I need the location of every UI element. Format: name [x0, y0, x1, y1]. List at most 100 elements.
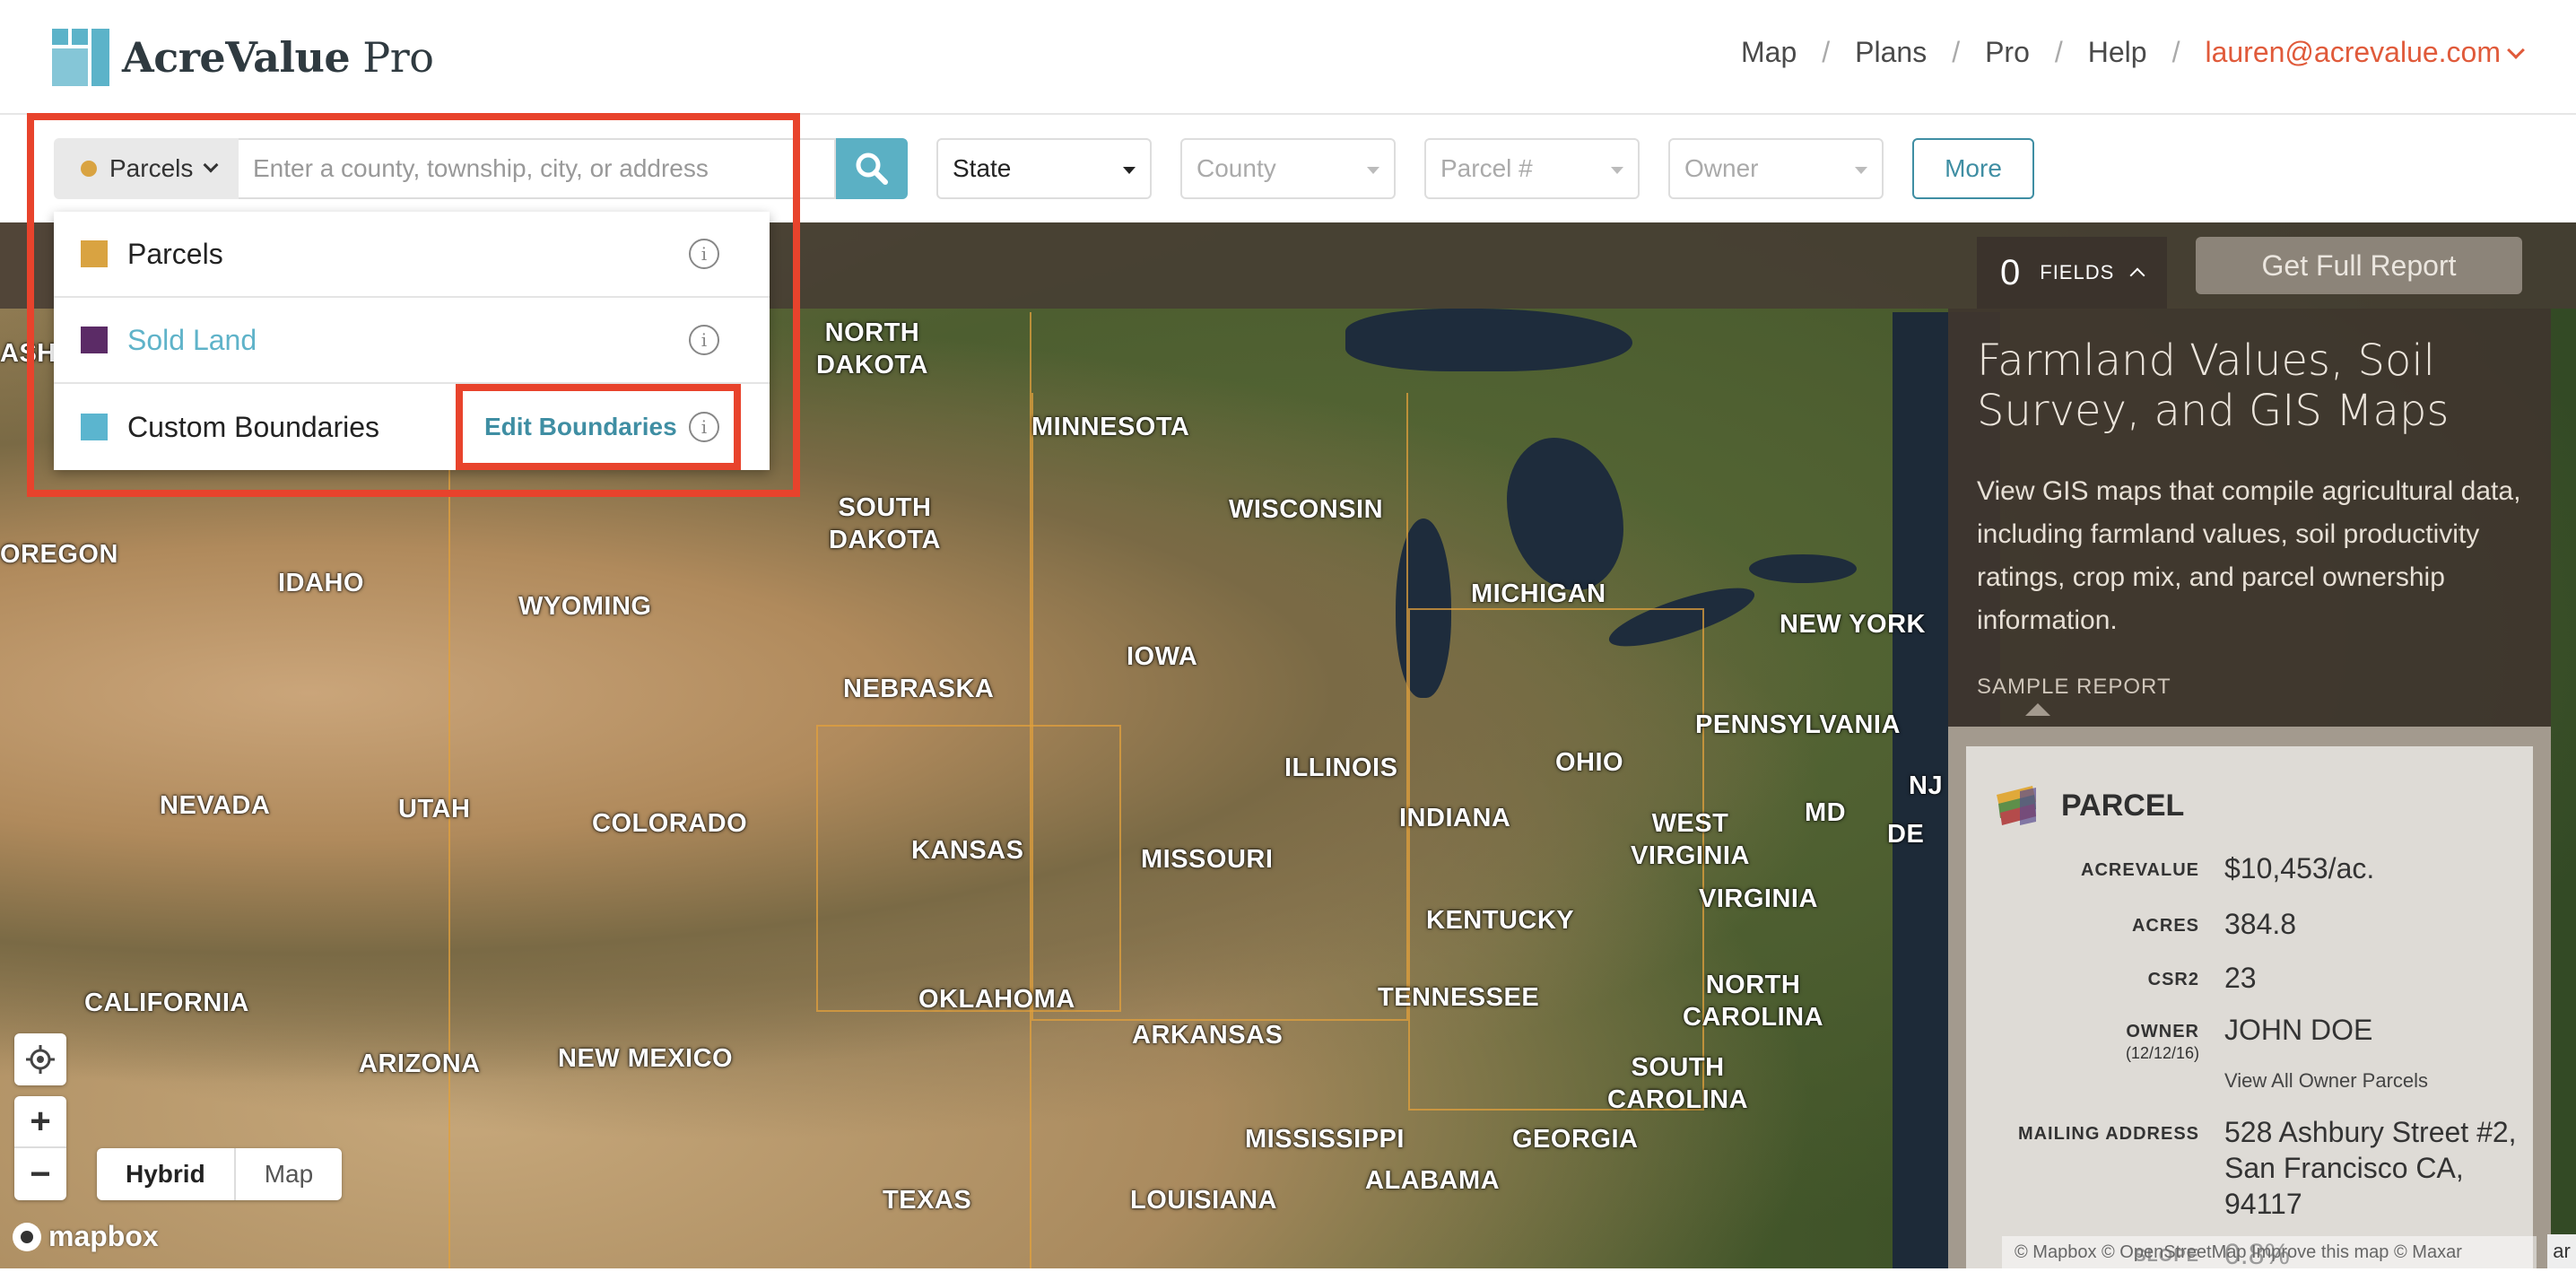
highlight-box: [456, 384, 741, 470]
state-label: OREGON: [0, 540, 118, 569]
field-acrevalue: ACREVALUE $10,453/ac.: [1966, 850, 2533, 886]
nav-separator: /: [1952, 36, 1961, 68]
user-menu[interactable]: lauren@acrevalue.com: [2205, 36, 2525, 69]
state-label: INDIANA: [1399, 804, 1511, 832]
field-value: 528 Ashbury Street #2, San Francisco CA,…: [2224, 1116, 2517, 1220]
acrevalue-logo[interactable]: AcreValue Pro: [52, 27, 434, 88]
state-label: IDAHO: [278, 569, 364, 597]
field-owner: OWNER (12/12/16) JOHN DOE: [1966, 1012, 2533, 1064]
field-key: MAILING ADDRESS: [2017, 1124, 2199, 1144]
nav-separator: /: [1822, 36, 1831, 68]
state-label: MINNESOTA: [1031, 413, 1190, 441]
caret-down-icon: [1367, 167, 1379, 174]
state-label: SOUTH DAKOTA: [829, 493, 941, 554]
search-button[interactable]: [836, 138, 908, 199]
state-label: TEXAS: [883, 1186, 972, 1215]
state-label: SOUTH CAROLINA: [1607, 1053, 1749, 1114]
state-label: KENTUCKY: [1426, 906, 1575, 935]
crosshair-icon: [26, 1045, 55, 1074]
owner-key: OWNER: [2126, 1022, 2199, 1041]
view-all-owner-parcels-link[interactable]: View All Owner Parcels: [2224, 1067, 2428, 1094]
nav-pro[interactable]: Pro: [1985, 36, 2030, 69]
maptype-map[interactable]: Map: [236, 1148, 342, 1200]
nav-plans[interactable]: Plans: [1855, 36, 1927, 69]
parcel-number-select[interactable]: Parcel #: [1424, 138, 1640, 199]
user-email: lauren@acrevalue.com: [2205, 36, 2501, 68]
state-select[interactable]: State: [936, 138, 1152, 199]
fields-label: FIELDS: [2040, 261, 2115, 283]
lake-ontario: [1749, 554, 1857, 583]
field-key: CSR2: [2147, 970, 2199, 989]
chevron-up-icon: [2129, 267, 2145, 283]
county-placeholder: County: [1197, 154, 1276, 182]
state-label: UTAH: [398, 795, 471, 823]
attribution-toggle[interactable]: ar: [2547, 1234, 2576, 1268]
state-label: PENNSYLVANIA: [1695, 710, 1901, 739]
caret-down-icon: [1855, 167, 1867, 174]
state-label: MISSOURI: [1141, 845, 1274, 874]
map-attribution[interactable]: © Mapbox © OpenStreetMap Improve this ma…: [2002, 1236, 2537, 1268]
map-type-toggle: Hybrid Map: [97, 1148, 343, 1200]
state-label: NEW YORK: [1780, 610, 1926, 639]
field-value: $10,453/ac.: [2224, 852, 2375, 884]
get-full-report-button[interactable]: Get Full Report: [2196, 237, 2522, 294]
more-filters-button[interactable]: More: [1912, 138, 2034, 199]
state-label: GEORGIA: [1512, 1125, 1639, 1154]
state-label: MD: [1805, 798, 1847, 827]
nav-separator: /: [2054, 36, 2063, 68]
state-label: MISSISSIPPI: [1245, 1125, 1405, 1154]
card-heading: PARCEL: [1993, 782, 2184, 829]
nav-map[interactable]: Map: [1741, 36, 1797, 69]
state-label: MICHIGAN: [1471, 579, 1606, 608]
field-owner-link: View All Owner Parcels: [1966, 1067, 2533, 1094]
zoom-in-button[interactable]: +: [14, 1096, 66, 1148]
state-label: TENNESSEE: [1378, 983, 1540, 1012]
zoom-controls: + −: [14, 1096, 66, 1200]
field-key: ACRES: [2131, 916, 2199, 936]
field-key-spacer: [1966, 1067, 2224, 1094]
field-value: JOHN DOE: [2224, 1014, 2373, 1046]
caret-down-icon: [1123, 167, 1136, 174]
logo-mark-icon: [52, 29, 109, 86]
mapbox-logo[interactable]: mapbox: [13, 1220, 159, 1253]
sample-pointer: [2025, 703, 2050, 716]
state-label: NEBRASKA: [843, 675, 995, 703]
card-title: PARCEL: [2061, 788, 2185, 823]
mapbox-label: mapbox: [48, 1220, 159, 1252]
state-label: OHIO: [1555, 748, 1624, 777]
owner-date: (12/12/16): [2125, 1044, 2199, 1062]
zoom-out-button[interactable]: −: [14, 1148, 66, 1200]
panel-title: Farmland Values, Soil Survey, and GIS Ma…: [1977, 335, 2450, 436]
field-csr2: CSR2 23: [1966, 960, 2533, 996]
locate-button[interactable]: [14, 1033, 66, 1085]
caret-down-icon: [1611, 167, 1623, 174]
fields-count: 0: [2000, 252, 2021, 292]
state-label: ALABAMA: [1365, 1166, 1501, 1195]
lake-superior: [1345, 309, 1632, 371]
sample-report-card[interactable]: PARCEL ACREVALUE $10,453/ac. ACRES 384.8…: [1966, 746, 2533, 1270]
field-key: OWNER (12/12/16): [1966, 1012, 2224, 1064]
top-nav: Map / Plans / Pro / Help / lauren@acreva…: [1741, 36, 2525, 69]
sample-report-label: SAMPLE REPORT: [1977, 675, 2171, 699]
state-border: [816, 725, 1121, 1012]
nav-help[interactable]: Help: [2088, 36, 2147, 69]
state-label: CALIFORNIA: [84, 989, 249, 1017]
maptype-hybrid[interactable]: Hybrid: [97, 1148, 236, 1200]
state-select-label: State: [953, 154, 1012, 182]
state-label: IOWA: [1127, 642, 1198, 671]
field-mailing-address: MAILING ADDRESS 528 Ashbury Street #2, S…: [1966, 1114, 2533, 1222]
state-label: COLORADO: [592, 809, 748, 838]
state-label: ILLINOIS: [1284, 754, 1398, 782]
owner-select[interactable]: Owner: [1668, 138, 1884, 199]
parcel-placeholder: Parcel #: [1440, 154, 1533, 182]
state-label: ARIZONA: [359, 1050, 481, 1078]
state-label: ARKANSAS: [1132, 1021, 1284, 1050]
field-value: 384.8: [2224, 908, 2297, 940]
state-label: NORTH DAKOTA: [816, 318, 928, 379]
county-select[interactable]: County: [1180, 138, 1396, 199]
nav-separator: /: [2171, 36, 2180, 68]
app-header: AcreValue Pro Map / Plans / Pro / Help /…: [0, 0, 2576, 115]
state-label: VIRGINIA: [1699, 884, 1818, 913]
mapbox-icon: [13, 1222, 41, 1251]
fields-toggle[interactable]: 0 FIELDS: [1977, 237, 2167, 309]
